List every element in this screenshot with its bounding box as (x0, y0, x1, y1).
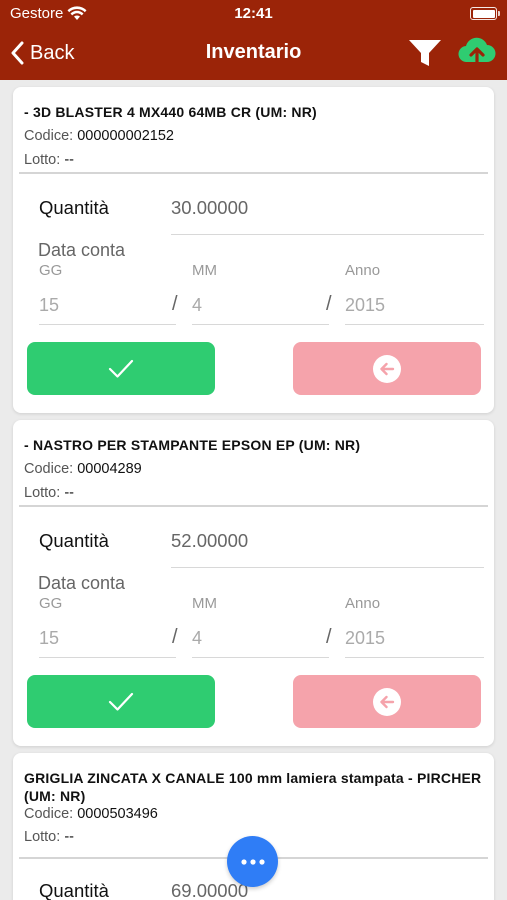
item-lot: Lotto: -- (24, 829, 74, 845)
year-label: Anno (345, 262, 381, 279)
month-input[interactable]: 4 (192, 628, 202, 649)
day-label: GG (39, 595, 63, 612)
filter-icon[interactable] (408, 38, 442, 68)
inventory-list[interactable]: - 3D BLASTER 4 MX440 64MB CR (UM: NR) Co… (0, 80, 507, 900)
year-underline (345, 657, 484, 658)
year-input[interactable]: 2015 (345, 628, 385, 649)
confirm-button[interactable] (27, 675, 215, 728)
date-separator: / (326, 293, 332, 315)
day-input[interactable]: 15 (39, 295, 59, 316)
quantity-input[interactable]: 69.00000 (171, 880, 248, 900)
item-code: Codice: 0000503496 (24, 806, 158, 822)
item-title: - NASTRO PER STAMPANTE EPSON EP (UM: NR) (24, 437, 361, 453)
item-lot: Lotto: -- (24, 485, 74, 501)
more-dots-icon (240, 858, 265, 865)
status-time: 12:41 (234, 5, 273, 22)
lot-value: -- (64, 152, 74, 168)
lot-value: -- (64, 829, 74, 845)
checkmark-icon (108, 359, 134, 378)
code-value: 000000002152 (77, 128, 174, 144)
month-input[interactable]: 4 (192, 295, 202, 316)
year-underline (345, 324, 484, 325)
date-separator: / (172, 293, 178, 315)
reset-button[interactable] (293, 675, 481, 728)
count-date-label: Data conta (38, 240, 126, 260)
day-input[interactable]: 15 (39, 628, 59, 649)
confirm-button[interactable] (27, 342, 215, 395)
status-bar: Gestore 12:41 (0, 0, 507, 28)
quantity-underline (171, 567, 484, 568)
checkmark-icon (108, 692, 134, 711)
divider (19, 172, 488, 174)
item-code: Codice: 00004289 (24, 461, 142, 477)
day-underline (39, 657, 176, 658)
item-title: - 3D BLASTER 4 MX440 64MB CR (UM: NR) (24, 104, 317, 120)
item-title: GRIGLIA ZINCATA X CANALE 100 mm lamiera … (24, 770, 482, 804)
lot-label: Lotto: (24, 829, 61, 845)
item-code: Codice: 000000002152 (24, 128, 174, 144)
arrow-left-circle-icon (373, 687, 401, 716)
cloud-upload-icon[interactable] (458, 37, 496, 67)
arrow-left-circle-icon (373, 354, 401, 383)
code-value: 0000503496 (77, 806, 158, 822)
year-label: Anno (345, 595, 381, 612)
code-label: Codice: (24, 128, 74, 144)
quantity-underline (171, 234, 484, 235)
day-underline (39, 324, 176, 325)
lot-label: Lotto: (24, 152, 61, 168)
day-label: GG (39, 262, 63, 279)
lot-value: -- (64, 485, 74, 501)
month-underline (192, 657, 329, 658)
code-label: Codice: (24, 806, 74, 822)
month-label: MM (192, 262, 217, 279)
reset-button[interactable] (293, 342, 481, 395)
year-input[interactable]: 2015 (345, 295, 385, 316)
lot-label: Lotto: (24, 485, 61, 501)
inventory-card: - NASTRO PER STAMPANTE EPSON EP (UM: NR)… (13, 420, 494, 746)
code-label: Codice: (24, 461, 74, 477)
nav-bar: Back Inventario (0, 28, 507, 80)
battery-icon (470, 7, 500, 20)
date-separator: / (172, 626, 178, 648)
month-label: MM (192, 595, 217, 612)
inventory-card: - 3D BLASTER 4 MX440 64MB CR (UM: NR) Co… (13, 87, 494, 413)
code-value: 00004289 (77, 461, 142, 477)
date-separator: / (326, 626, 332, 648)
quantity-input[interactable]: 52.00000 (171, 530, 248, 552)
quantity-input[interactable]: 30.00000 (171, 197, 248, 219)
quantity-label: Quantità (39, 197, 109, 218)
quantity-label: Quantità (39, 530, 109, 551)
navigation-header: Gestore 12:41 Back Inventario (0, 0, 507, 80)
item-lot: Lotto: -- (24, 152, 74, 168)
divider (19, 505, 488, 507)
count-date-label: Data conta (38, 573, 126, 593)
quantity-label: Quantità (39, 880, 109, 900)
more-button[interactable] (227, 836, 278, 887)
month-underline (192, 324, 329, 325)
